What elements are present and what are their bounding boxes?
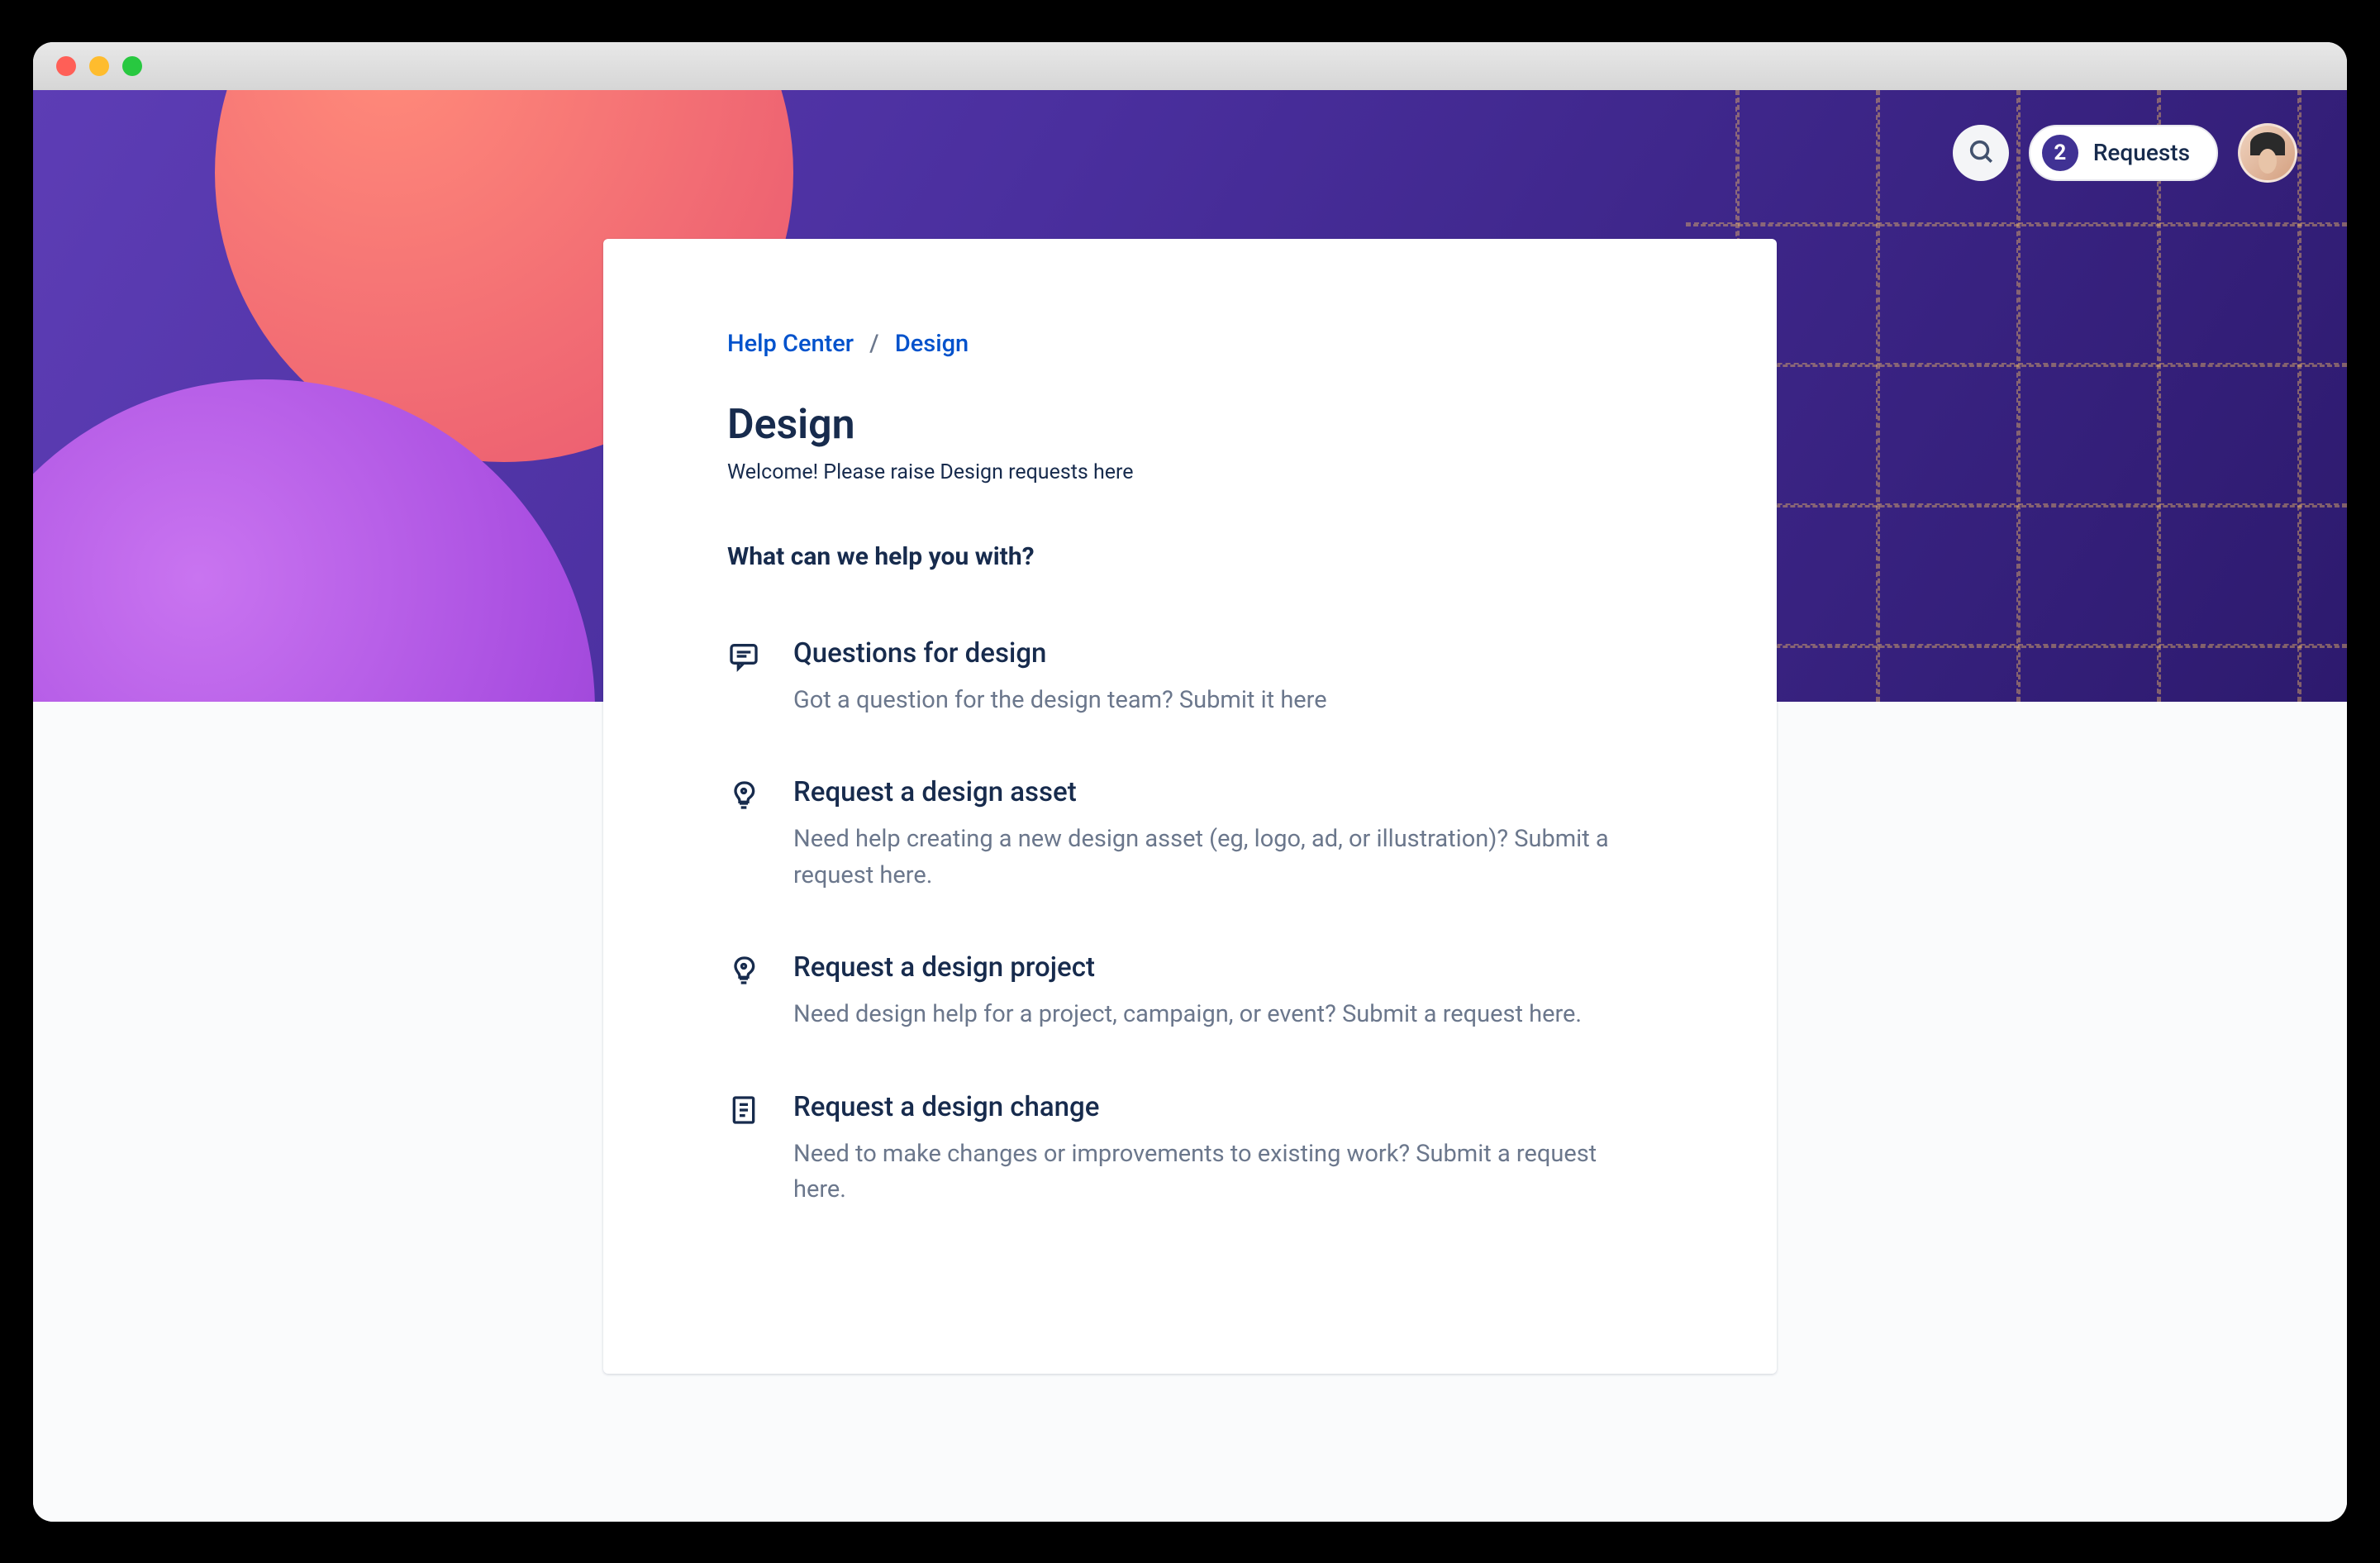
request-content: Request a design project Need design hel…	[793, 951, 1653, 1033]
topbar: 2 Requests	[1953, 123, 2297, 183]
breadcrumb-root-link[interactable]: Help Center	[727, 330, 854, 358]
request-item-asset[interactable]: Request a design asset Need help creatin…	[727, 776, 1653, 893]
request-title: Request a design change	[793, 1091, 1653, 1123]
request-title: Request a design project	[793, 951, 1653, 984]
window-titlebar	[33, 42, 2347, 90]
search-icon	[1967, 137, 1995, 169]
request-content: Request a design asset Need help creatin…	[793, 776, 1653, 893]
breadcrumb: Help Center / Design	[727, 330, 1653, 358]
request-title: Questions for design	[793, 637, 1653, 670]
request-desc: Need help creating a new design asset (e…	[793, 822, 1653, 893]
document-icon	[727, 1094, 760, 1127]
window-minimize-button[interactable]	[89, 56, 109, 76]
window-maximize-button[interactable]	[122, 56, 142, 76]
section-heading: What can we help you with?	[727, 542, 1653, 571]
request-desc: Got a question for the design team? Subm…	[793, 683, 1653, 719]
search-button[interactable]	[1953, 125, 2009, 181]
page-title: Design	[727, 401, 1653, 449]
request-list: Questions for design Got a question for …	[727, 637, 1653, 1208]
request-title: Request a design asset	[793, 776, 1653, 808]
requests-button[interactable]: 2 Requests	[2029, 125, 2218, 181]
request-content: Request a design change Need to make cha…	[793, 1091, 1653, 1208]
main-card: Help Center / Design Design Welcome! Ple…	[603, 239, 1777, 1374]
breadcrumb-separator: /	[869, 330, 878, 358]
app-window: 2 Requests Help Center / Design Design W…	[33, 42, 2347, 1522]
requests-label: Requests	[2093, 139, 2190, 166]
request-desc: Need design help for a project, campaign…	[793, 997, 1653, 1033]
breadcrumb-current-link[interactable]: Design	[895, 330, 969, 358]
window-close-button[interactable]	[56, 56, 76, 76]
chat-icon	[727, 640, 760, 673]
lightbulb-icon	[727, 954, 760, 987]
request-item-change[interactable]: Request a design change Need to make cha…	[727, 1091, 1653, 1208]
request-item-questions[interactable]: Questions for design Got a question for …	[727, 637, 1653, 719]
requests-count-badge: 2	[2042, 135, 2078, 171]
content-area: 2 Requests Help Center / Design Design W…	[33, 90, 2347, 1522]
request-content: Questions for design Got a question for …	[793, 637, 1653, 719]
lightbulb-icon	[727, 779, 760, 812]
request-item-project[interactable]: Request a design project Need design hel…	[727, 951, 1653, 1033]
page-subtitle: Welcome! Please raise Design requests he…	[727, 460, 1653, 484]
request-desc: Need to make changes or improvements to …	[793, 1137, 1653, 1208]
avatar[interactable]	[2238, 123, 2297, 183]
